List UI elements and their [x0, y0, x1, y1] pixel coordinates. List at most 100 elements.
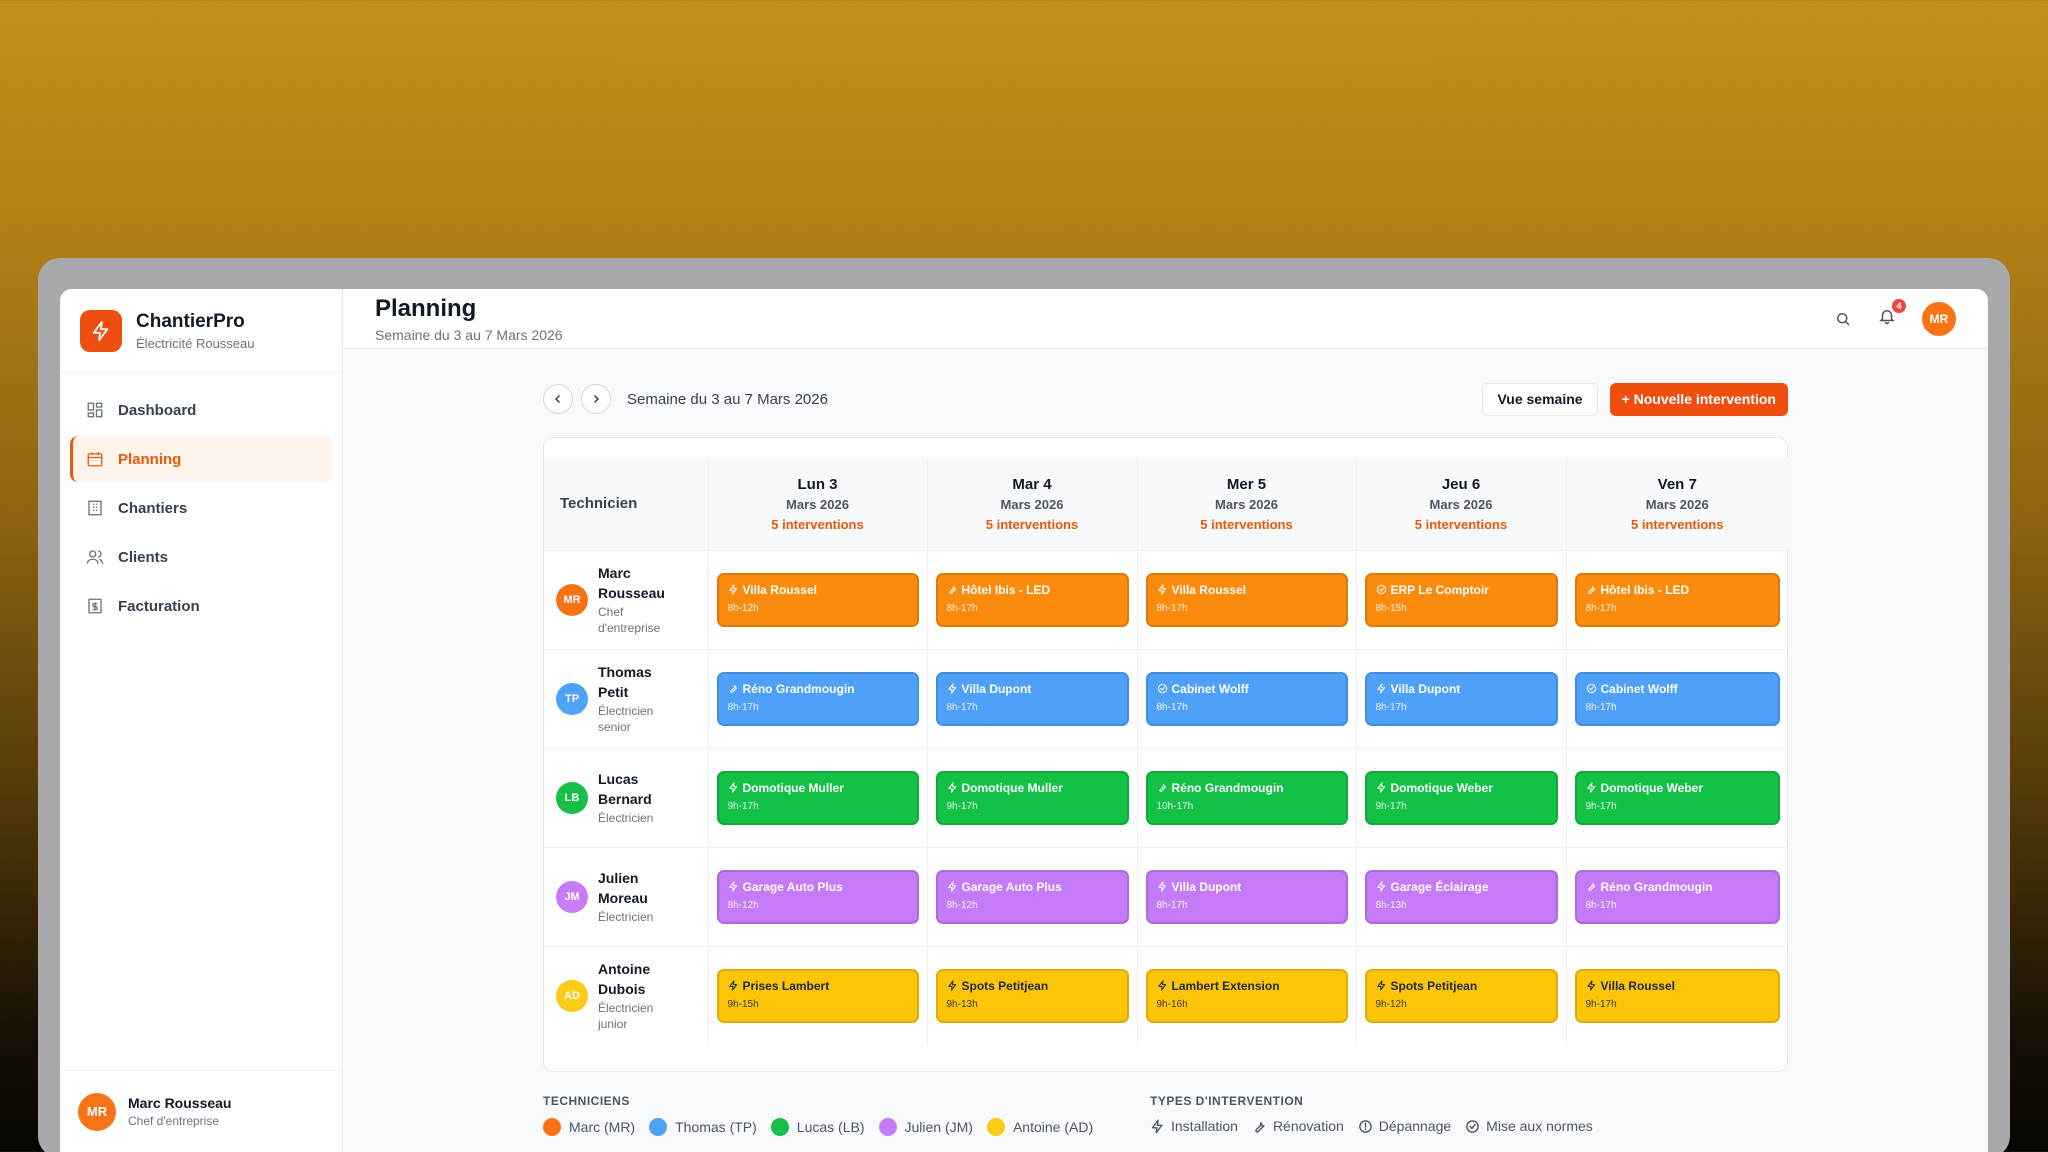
intervention-card[interactable]: Réno Grandmougin 10h-17h — [1145, 770, 1348, 825]
intervention-hours: 9h-13h — [946, 998, 978, 1010]
renovation-icon — [1587, 586, 1595, 594]
intervention-card[interactable]: Domotique Muller 9h-17h — [935, 770, 1129, 825]
technician-role: Chef d'entreprise — [598, 605, 661, 635]
intervention-title: Villa Dupont — [1171, 879, 1242, 894]
intervention-card[interactable]: Garage Auto Plus 8h-12h — [716, 869, 919, 924]
intervention-hours: 8h-12h — [946, 899, 978, 911]
legend-type: Mise aux normes — [1465, 1118, 1593, 1134]
intervention-card[interactable]: Prises Lambert 9h-15h — [716, 968, 919, 1023]
avatar: LB — [556, 781, 588, 814]
current-user[interactable]: MR Marc Rousseau Chef d'entreprise — [60, 1070, 342, 1152]
intervention-card[interactable]: Villa Dupont 8h-17h — [1364, 671, 1558, 726]
intervention-card[interactable]: ERP Le Comptoir 8h-15h — [1364, 572, 1558, 627]
intervention-title: Réno Grandmougin — [742, 681, 855, 696]
renovation-icon — [1255, 1121, 1265, 1133]
legend: TECHNICIENS Marc (MR) Thomas (TP) Lucas (L… — [543, 1094, 1788, 1136]
day-month: Mars 2026 — [786, 496, 849, 512]
avatar: JM — [556, 880, 588, 913]
intervention-hours: 8h-17h — [1585, 602, 1617, 614]
legend-type: Installation — [1150, 1118, 1238, 1134]
installation-icon — [1586, 980, 1595, 991]
intervention-card[interactable]: Hôtel Ibis - LED 8h-17h — [1574, 572, 1780, 627]
legend-label: Installation — [1171, 1118, 1238, 1134]
intervention-card[interactable]: Hôtel Ibis - LED 8h-17h — [935, 572, 1129, 627]
sidebar-item-label: Chantiers — [118, 499, 188, 517]
avatar: AD — [556, 979, 588, 1012]
intervention-card[interactable]: Réno Grandmougin 8h-17h — [1574, 869, 1780, 924]
notifications-button[interactable]: 4 — [1878, 299, 1906, 330]
planning-board: Technicien Lun 3 Mars 2026 5 interventions… — [543, 437, 1788, 1072]
renovation-icon — [948, 586, 956, 594]
intervention-card[interactable]: Villa Roussel 9h-17h — [1574, 968, 1780, 1023]
legend-label: Dépannage — [1378, 1118, 1452, 1134]
installation-icon — [947, 683, 956, 694]
intervention-title: Hôtel Ibis - LED — [1600, 582, 1690, 597]
users-icon — [86, 550, 104, 564]
legend-label: Julien (JM) — [904, 1119, 973, 1135]
intervention-card[interactable]: Spots Petitjean 9h-12h — [1364, 968, 1558, 1023]
intervention-card[interactable]: Domotique Muller 9h-17h — [716, 770, 919, 825]
intervention-title: Villa Dupont — [961, 681, 1032, 696]
intervention-card[interactable]: Domotique Weber 9h-17h — [1574, 770, 1780, 825]
intervention-card[interactable]: Villa Dupont 8h-17h — [935, 671, 1129, 726]
technician-cell: TP Thomas Petit Électricien senior — [544, 649, 709, 749]
intervention-title: Cabinet Wolff — [1600, 681, 1678, 696]
avatar: MR — [556, 583, 588, 616]
intervention-title: Villa Dupont — [1390, 681, 1461, 696]
intervention-card[interactable]: Cabinet Wolff 8h-17h — [1574, 671, 1780, 726]
intervention-hours: 10h-17h — [1156, 800, 1194, 812]
renovation-icon — [1587, 883, 1595, 891]
legend-technician: Thomas (TP) — [649, 1118, 757, 1136]
installation-icon — [1157, 584, 1166, 595]
day-slot: ERP Le Comptoir 8h-15h — [1356, 550, 1567, 650]
intervention-card[interactable]: Spots Petitjean 9h-13h — [935, 968, 1129, 1023]
technician-name: Lucas Bernard — [598, 771, 652, 807]
technician-name: Antoine Dubois — [598, 961, 651, 998]
company-name: Électricité Rousseau — [136, 335, 255, 351]
sidebar-item-clients[interactable]: Clients — [70, 534, 332, 580]
conformite-icon — [1157, 683, 1167, 694]
intervention-card[interactable]: Garage Éclairage 8h-13h — [1364, 869, 1558, 924]
next-week-button[interactable] — [581, 384, 611, 414]
installation-icon — [1586, 782, 1595, 793]
technician-name: Marc Rousseau — [598, 565, 665, 601]
color-dot — [770, 1118, 789, 1136]
intervention-hours: 9h-17h — [946, 800, 978, 812]
legend-types: TYPES D'INTERVENTION Installation Rénovat… — [1150, 1094, 1757, 1136]
sidebar-item-dashboard[interactable]: Dashboard — [70, 387, 332, 433]
intervention-card[interactable]: Garage Auto Plus 8h-12h — [935, 869, 1129, 924]
day-month: Mars 2026 — [1645, 496, 1709, 512]
view-week-button[interactable]: Vue semaine — [1482, 382, 1598, 416]
prev-week-button[interactable] — [543, 384, 573, 414]
new-intervention-button[interactable]: + Nouvelle intervention — [1609, 382, 1788, 416]
notification-badge: 4 — [1892, 299, 1906, 313]
intervention-hours: 8h-12h — [727, 899, 759, 911]
intervention-card[interactable]: Villa Roussel 8h-17h — [1145, 572, 1348, 627]
intervention-card[interactable]: Villa Dupont 8h-17h — [1145, 869, 1348, 924]
intervention-hours: 8h-17h — [1375, 701, 1407, 713]
legend-type: Rénovation — [1252, 1118, 1344, 1134]
sidebar-item-label: Clients — [118, 548, 169, 566]
intervention-card[interactable]: Lambert Extension 9h-16h — [1145, 968, 1348, 1023]
intervention-card[interactable]: Réno Grandmougin 8h-17h — [716, 671, 919, 726]
sidebar-item-facturation[interactable]: Facturation — [70, 583, 332, 629]
intervention-card[interactable]: Cabinet Wolff 8h-17h — [1145, 671, 1348, 726]
intervention-title: Garage Auto Plus — [742, 879, 843, 894]
search-icon[interactable] — [1834, 310, 1852, 328]
renovation-icon — [729, 685, 737, 693]
intervention-title: Hôtel Ibis - LED — [961, 582, 1051, 597]
intervention-hours: 8h-17h — [1156, 701, 1188, 713]
technician-row: TP Thomas Petit Électricien senior Réno Gra… — [544, 649, 1788, 749]
day-slot: Domotique Muller 9h-17h — [927, 748, 1138, 848]
legend-type: Dépannage — [1358, 1118, 1451, 1134]
intervention-card[interactable]: Domotique Weber 9h-17h — [1364, 770, 1558, 825]
intervention-card[interactable]: Villa Roussel 8h-12h — [716, 572, 919, 627]
intervention-hours: 9h-17h — [1375, 800, 1407, 812]
column-header-technicien: Technicien — [544, 458, 709, 551]
avatar[interactable]: MR — [1922, 301, 1956, 336]
legend-label: Marc (MR) — [569, 1119, 636, 1135]
day-header: Jeu 6 Mars 2026 5 interventions — [1356, 458, 1567, 551]
page-subtitle: Semaine du 3 au 7 Mars 2026 — [375, 326, 563, 343]
sidebar-item-planning[interactable]: Planning — [70, 436, 332, 482]
sidebar-item-chantiers[interactable]: Chantiers — [70, 485, 332, 531]
